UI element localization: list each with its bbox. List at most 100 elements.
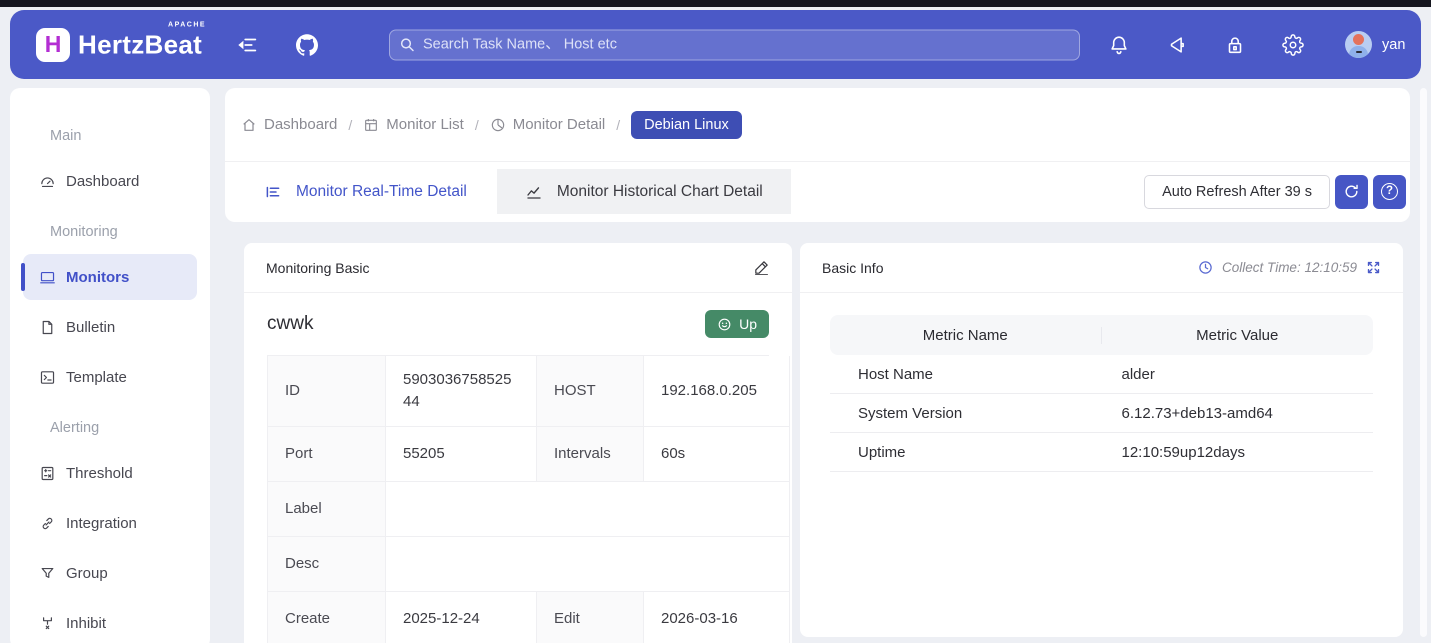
monitor-detail-pie-icon [490, 117, 506, 133]
prop-value [386, 537, 790, 592]
status-badge: Up [705, 310, 769, 338]
user-avatar[interactable] [1345, 31, 1372, 58]
prop-key: Edit [537, 592, 644, 643]
breadcrumb-monitor-detail[interactable]: Monitor Detail [490, 116, 606, 133]
sidebar-section-main: Main [10, 118, 210, 154]
sidebar-section-monitoring: Monitoring [10, 214, 210, 250]
monitor-name: cwwk [267, 313, 313, 335]
help-button[interactable]: ? [1373, 175, 1406, 209]
group-funnel-icon [39, 565, 56, 582]
collect-time: Collect Time: 12:10:59 [1222, 260, 1357, 275]
metric-value: 6.12.73+deb13-amd64 [1102, 405, 1374, 422]
username[interactable]: yan [1382, 37, 1405, 53]
search-icon [399, 36, 415, 52]
notification-bell-icon[interactable] [1108, 34, 1130, 56]
prop-value: 55205 [386, 427, 537, 482]
breadcrumb-label: Dashboard [264, 116, 337, 133]
sidebar-item-bulletin[interactable]: Bulletin [23, 304, 197, 350]
line-chart-icon [525, 183, 543, 201]
breadcrumb-label: Monitor List [386, 116, 464, 133]
sidebar-item-integration[interactable]: Integration [23, 500, 197, 546]
breadcrumb-separator: / [348, 117, 352, 133]
prop-key: Desc [268, 537, 386, 592]
github-icon[interactable] [296, 34, 318, 56]
metric-row: Uptime 12:10:59up12days [830, 433, 1373, 472]
breadcrumb-monitor-list[interactable]: Monitor List [363, 116, 464, 133]
auto-refresh-button[interactable]: Auto Refresh After 39 s [1144, 175, 1330, 209]
prop-key: Label [268, 482, 386, 537]
brand[interactable]: HertzBeat APACHE [78, 29, 202, 60]
sidebar-item-threshold[interactable]: Threshold [23, 450, 197, 496]
basic-info-body: Metric Name Metric Value Host Name alder… [800, 293, 1403, 472]
prop-key: HOST [537, 356, 644, 427]
edit-monitor-button[interactable] [753, 259, 770, 276]
tab-label: Monitor Historical Chart Detail [557, 183, 763, 201]
pencil-icon [753, 259, 770, 276]
collapse-menu-icon[interactable] [237, 34, 259, 56]
prop-value: 192.168.0.205 [644, 356, 790, 427]
sidebar-item-label: Dashboard [66, 173, 139, 190]
hertzbeat-logo-icon[interactable]: H [36, 28, 70, 62]
monitor-properties-table: ID 590303675852544 HOST 192.168.0.205 Po… [267, 355, 769, 643]
avatar-head [1353, 34, 1364, 45]
sidebar-item-label: Bulletin [66, 319, 115, 336]
prop-key: ID [268, 356, 386, 427]
sidebar-item-label: Inhibit [66, 615, 106, 632]
breadcrumb: Dashboard / Monitor List / Monitor Detai… [225, 88, 1410, 162]
prop-key: Port [268, 427, 386, 482]
breadcrumb-separator: / [616, 117, 620, 133]
browser-top-strip [0, 0, 1431, 7]
breadcrumb-label: Monitor Detail [513, 116, 606, 133]
monitoring-basic-card: Monitoring Basic cwwk Up ID 59030367585 [244, 243, 792, 643]
app-header: H HertzBeat APACHE [10, 10, 1421, 79]
lock-icon[interactable] [1224, 34, 1246, 56]
monitor-list-icon [363, 117, 379, 133]
refresh-button[interactable] [1335, 175, 1368, 209]
basic-info-card: Basic Info Collect Time: 12:10:59 Metric… [800, 243, 1403, 637]
breadcrumb-current-badge: Debian Linux [631, 111, 742, 139]
metric-row: System Version 6.12.73+deb13-amd64 [830, 394, 1373, 433]
metric-name: Host Name [830, 366, 1102, 383]
monitor-icon [39, 269, 56, 286]
sidebar-item-inhibit[interactable]: Inhibit [23, 600, 197, 643]
metric-value: alder [1102, 366, 1374, 383]
monitoring-basic-header: Monitoring Basic [244, 243, 792, 293]
refresh-icon [1343, 183, 1360, 200]
sidebar-item-label: Template [66, 369, 127, 386]
sidebar-item-template[interactable]: Template [23, 354, 197, 400]
search-input[interactable] [389, 29, 1080, 60]
app-window: H HertzBeat APACHE [0, 0, 1431, 643]
page-scrollbar[interactable] [1420, 88, 1427, 637]
sidebar-item-group[interactable]: Group [23, 550, 197, 596]
prop-key: Create [268, 592, 386, 643]
collect-time-group: Collect Time: 12:10:59 [1198, 260, 1381, 275]
prop-value: 2025-12-24 [386, 592, 537, 643]
sidebar-item-monitors[interactable]: Monitors [23, 254, 197, 300]
basic-info-header: Basic Info Collect Time: 12:10:59 [800, 243, 1403, 293]
metric-name: Uptime [830, 444, 1102, 461]
sidebar: Main Dashboard Monitoring Monitors Bulle… [10, 88, 210, 643]
sidebar-item-label: Integration [66, 515, 137, 532]
integration-link-icon [39, 515, 56, 532]
expand-icon[interactable] [1366, 260, 1381, 275]
avatar-mouth [1356, 51, 1362, 53]
breadcrumb-separator: / [475, 117, 479, 133]
home-icon [241, 117, 257, 133]
metric-value-column: Metric Value [1102, 327, 1374, 344]
tab-historical-chart[interactable]: Monitor Historical Chart Detail [497, 169, 791, 214]
tab-realtime-detail[interactable]: Monitor Real-Time Detail [236, 169, 495, 214]
search-bar [389, 29, 1080, 60]
inhibit-icon [39, 615, 56, 632]
metric-name-column: Metric Name [830, 327, 1102, 344]
settings-gear-icon[interactable] [1282, 34, 1304, 56]
announcement-icon[interactable] [1166, 34, 1188, 56]
metric-table-header: Metric Name Metric Value [830, 315, 1373, 355]
sidebar-item-dashboard[interactable]: Dashboard [23, 158, 197, 204]
sidebar-item-label: Monitors [66, 269, 129, 286]
prop-value: 590303675852544 [386, 356, 537, 427]
tab-label: Monitor Real-Time Detail [296, 183, 467, 201]
prop-value: 60s [644, 427, 790, 482]
breadcrumb-dashboard[interactable]: Dashboard [241, 116, 337, 133]
bulletin-file-icon [39, 319, 56, 336]
brand-name: HertzBeat [78, 29, 202, 60]
